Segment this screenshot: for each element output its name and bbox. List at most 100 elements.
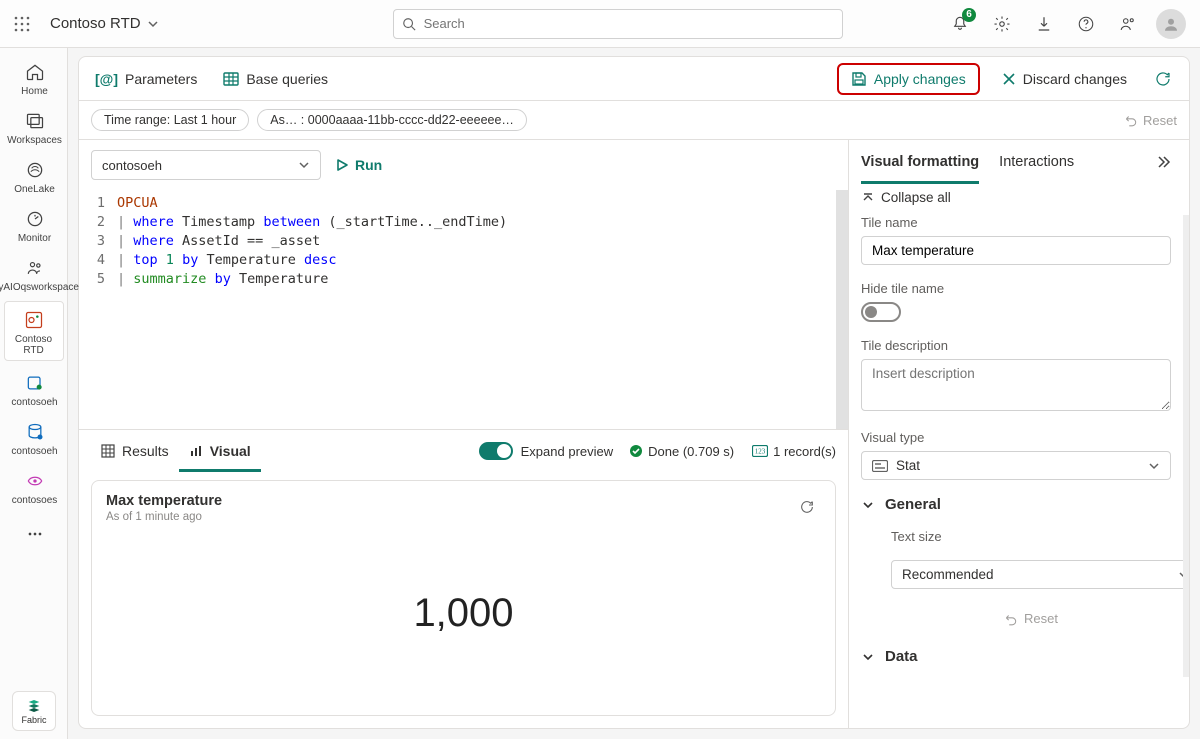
parameters-bar: Time range: Last 1 hour As… : 0000aaaa-1…: [79, 101, 1189, 140]
run-button[interactable]: Run: [335, 157, 382, 173]
nav-contosoeh-2[interactable]: contosoeh: [4, 414, 64, 461]
stat-value: 1,000: [413, 591, 513, 636]
panel-tab-visual-formatting[interactable]: Visual formatting: [861, 140, 979, 184]
panel-tab-interactions[interactable]: Interactions: [999, 140, 1074, 184]
nav-contosoes[interactable]: contosoes: [4, 463, 64, 510]
parameters-icon: [@]: [95, 71, 118, 87]
eventstream-icon: [25, 471, 45, 491]
check-circle-icon: [629, 444, 643, 458]
chevron-down-icon: [298, 159, 310, 171]
settings-button[interactable]: [988, 10, 1016, 38]
nav-myworkspace[interactable]: myAIOqsworkspace: [4, 250, 64, 297]
expand-preview-toggle[interactable]: [479, 442, 513, 460]
result-tabs: Results Visual Expand preview: [79, 430, 848, 472]
base-queries-button[interactable]: Base queries: [219, 67, 332, 91]
record-count: 1 record(s): [773, 444, 836, 459]
search-container: [393, 9, 843, 39]
refresh-icon: [1154, 70, 1172, 88]
tile-toolbar: [@] Parameters Base queries Apply change…: [79, 57, 1189, 101]
tile-name-input[interactable]: [861, 236, 1171, 265]
workspaces-icon: [25, 111, 45, 131]
formatting-panel: Visual formatting Interactions Collapse …: [849, 140, 1189, 728]
text-size-reset[interactable]: Reset: [891, 605, 1171, 632]
chip-time-range[interactable]: Time range: Last 1 hour: [91, 109, 249, 131]
dashboard-icon: [24, 310, 44, 330]
query-pane: contosoeh Run 1 2 3 4: [79, 140, 849, 728]
workspace-switcher[interactable]: Contoso RTD: [44, 11, 165, 36]
search-box[interactable]: [393, 9, 843, 39]
undo-icon: [1004, 612, 1018, 626]
refresh-button[interactable]: [1149, 65, 1177, 93]
feedback-button[interactable]: [1114, 10, 1142, 38]
tab-results[interactable]: Results: [91, 430, 179, 472]
nav-onelake[interactable]: OneLake: [4, 152, 64, 199]
workspace-name: Contoso RTD: [50, 15, 141, 32]
tile-description-label: Tile description: [861, 338, 1171, 353]
hide-tile-name-toggle[interactable]: [861, 302, 901, 322]
notifications-button[interactable]: 6: [946, 10, 974, 38]
reset-parameters-button[interactable]: Reset: [1124, 113, 1177, 128]
account-avatar[interactable]: [1156, 9, 1186, 39]
section-data[interactable]: Data: [861, 648, 1171, 665]
datasource-select[interactable]: contosoeh: [91, 150, 321, 180]
tile-title: Max temperature: [106, 493, 821, 509]
panel-expand-button[interactable]: [1149, 148, 1177, 176]
refresh-icon: [799, 499, 815, 515]
chevron-down-icon: [861, 498, 875, 512]
grid-icon: [101, 444, 115, 458]
fabric-icon: [26, 698, 42, 714]
top-bar: Contoso RTD 6: [0, 0, 1200, 48]
tile-refresh-button[interactable]: [793, 493, 821, 521]
nav-home[interactable]: Home: [4, 54, 64, 101]
nav-more[interactable]: [4, 516, 64, 550]
query-status: Done (0.709 s): [648, 444, 734, 459]
nav-monitor[interactable]: Monitor: [4, 201, 64, 248]
download-button[interactable]: [1030, 10, 1058, 38]
onelake-icon: [25, 160, 45, 180]
app-launcher-icon[interactable]: [8, 10, 36, 38]
chevron-down-icon: [1148, 460, 1160, 472]
tile-description-input[interactable]: [861, 359, 1171, 411]
visual-type-select[interactable]: Stat: [861, 451, 1171, 480]
play-icon: [335, 158, 349, 172]
tab-visual[interactable]: Visual: [179, 430, 261, 472]
notification-badge: 6: [962, 8, 976, 22]
editor-code[interactable]: OPCUA | where Timestamp between (_startT…: [113, 190, 836, 429]
search-input[interactable]: [422, 15, 834, 32]
text-size-select[interactable]: Recommended: [891, 560, 1189, 589]
save-icon: [851, 71, 867, 87]
fabric-switcher[interactable]: Fabric: [12, 691, 56, 731]
editor-gutter: 1 2 3 4 5: [79, 190, 113, 429]
discard-changes-button[interactable]: Discard changes: [998, 67, 1131, 91]
nav-contosoeh-1[interactable]: contosoeh: [4, 365, 64, 412]
text-size-label: Text size: [891, 529, 1171, 544]
gear-icon: [993, 15, 1011, 33]
chevrons-right-icon: [1155, 154, 1171, 170]
help-button[interactable]: [1072, 10, 1100, 38]
stat-icon: [872, 460, 888, 472]
collapse-all-button[interactable]: Collapse all: [861, 190, 1177, 205]
monitor-icon: [25, 209, 45, 229]
editor-scrollbar[interactable]: [836, 190, 848, 429]
person-icon: [1162, 15, 1180, 33]
records-icon: 123: [752, 445, 768, 457]
download-icon: [1035, 15, 1053, 33]
svg-text:123: 123: [755, 448, 766, 456]
preview-tile: Max temperature As of 1 minute ago 1,000: [91, 480, 836, 716]
nav-contoso-rtd[interactable]: Contoso RTD: [4, 301, 64, 361]
database-icon: [25, 422, 45, 442]
chip-asset[interactable]: As… : 0000aaaa-11bb-cccc-dd22-eeeeee…: [257, 109, 527, 131]
section-general[interactable]: General: [861, 496, 1171, 513]
people-icon: [1119, 15, 1137, 33]
chevron-down-icon: [147, 18, 159, 30]
parameters-button[interactable]: [@] Parameters: [91, 67, 201, 91]
tile-subtitle: As of 1 minute ago: [106, 511, 821, 523]
kql-editor[interactable]: 1 2 3 4 5 OPCUA | where Timestamp betwee…: [79, 190, 848, 430]
apply-changes-button[interactable]: Apply changes: [837, 63, 980, 95]
search-icon: [402, 17, 416, 31]
hide-tile-name-label: Hide tile name: [861, 281, 1171, 296]
close-icon: [1002, 72, 1016, 86]
help-icon: [1077, 15, 1095, 33]
nav-workspaces[interactable]: Workspaces: [4, 103, 64, 150]
nav-rail: Home Workspaces OneLake Monitor myAIOqsw…: [0, 48, 68, 739]
